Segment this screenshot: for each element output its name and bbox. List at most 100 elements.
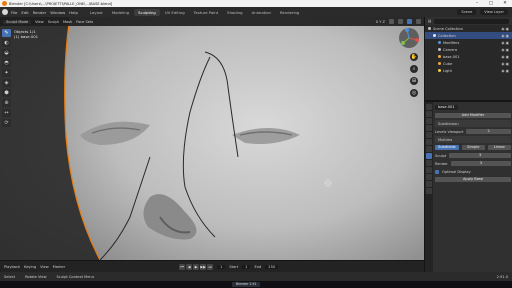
visibility-icon[interactable]: ◉ ▣ bbox=[501, 69, 509, 73]
end-frame-field[interactable]: 250 bbox=[265, 264, 279, 269]
blob-brush-icon[interactable]: ◈ bbox=[2, 79, 11, 87]
layer-brush-icon[interactable]: ◓ bbox=[2, 59, 11, 67]
tab-layout[interactable]: Layout bbox=[86, 9, 107, 16]
timeline-marker-menu[interactable]: Marker bbox=[53, 265, 65, 269]
perspective-toggle-icon[interactable]: ◎ bbox=[410, 89, 418, 97]
tab-animation[interactable]: Animation bbox=[248, 9, 275, 16]
sculpt-mesh-face[interactable] bbox=[0, 17, 424, 260]
minimize-button[interactable]: – bbox=[470, 0, 484, 7]
blender-menu-icon[interactable] bbox=[2, 9, 8, 15]
maximize-button[interactable]: □ bbox=[484, 0, 498, 7]
grab-brush-icon[interactable]: ↔ bbox=[2, 109, 11, 117]
visibility-icon[interactable]: ◉ ▣ bbox=[501, 34, 509, 38]
outliner-editor-icon[interactable]: ▤ bbox=[428, 19, 431, 23]
clay-brush-icon[interactable]: ◐ bbox=[2, 39, 11, 47]
menu-edit[interactable]: Edit bbox=[21, 10, 28, 15]
modifier-tab-icon[interactable] bbox=[426, 153, 432, 159]
apply-base-button[interactable]: Apply Base bbox=[435, 177, 511, 182]
tab-shading[interactable]: Shading bbox=[223, 9, 246, 16]
menu-file[interactable]: File bbox=[11, 10, 17, 15]
start-frame-field[interactable]: 1 bbox=[242, 264, 251, 269]
render-tab-icon[interactable] bbox=[426, 111, 432, 117]
play-reverse-icon[interactable]: ◀ bbox=[186, 263, 193, 270]
menu-window[interactable]: Window bbox=[50, 10, 65, 15]
clay-strips-icon[interactable]: ◒ bbox=[2, 49, 11, 57]
material-shading-icon[interactable] bbox=[416, 19, 421, 24]
tab-rendering[interactable]: Rendering bbox=[276, 9, 303, 16]
modifier-subdivision-name[interactable]: Subdivision bbox=[438, 122, 459, 126]
overlay-icon[interactable] bbox=[389, 19, 394, 24]
pan-view-icon[interactable]: ✋ bbox=[410, 53, 418, 61]
draw-brush-icon[interactable]: ✎ bbox=[2, 29, 11, 37]
object-tab-icon[interactable] bbox=[426, 146, 432, 152]
material-tab-icon[interactable] bbox=[426, 188, 432, 194]
jump-end-icon[interactable]: ⏭ bbox=[207, 263, 214, 270]
object-name-field[interactable]: base.001 bbox=[435, 105, 458, 110]
zoom-view-icon[interactable]: ⌕ bbox=[410, 65, 418, 73]
modifier-multires-header[interactable]: Multires bbox=[435, 136, 511, 143]
camera-view-icon[interactable]: ⊞ bbox=[410, 77, 418, 85]
visibility-icon[interactable]: ◉ ▣ bbox=[501, 55, 509, 59]
optimal-display-checkbox[interactable] bbox=[435, 169, 439, 174]
outliner-search-input[interactable] bbox=[434, 18, 509, 24]
world-tab-icon[interactable] bbox=[426, 139, 432, 145]
symmetry-toggles[interactable]: X Y Z bbox=[376, 20, 385, 24]
menu-view[interactable]: View bbox=[35, 20, 44, 24]
tab-texture-paint[interactable]: Texture Paint bbox=[190, 9, 223, 16]
xray-icon[interactable] bbox=[398, 19, 403, 24]
view-layer-selector[interactable]: View Layer bbox=[480, 9, 508, 15]
timeline-keying-menu[interactable]: Keying bbox=[24, 265, 36, 269]
modifier-multires-name[interactable]: Multires bbox=[438, 138, 452, 142]
outliner-row[interactable]: Collection ◉ ▣ bbox=[425, 32, 512, 39]
rotate-brush-icon[interactable]: ⟳ bbox=[2, 119, 11, 127]
sculpt-level-field[interactable]: 3 bbox=[449, 153, 511, 158]
outliner-row[interactable]: Camera ◉ ▣ bbox=[425, 46, 512, 53]
simple-button[interactable]: Simple bbox=[461, 145, 485, 150]
current-frame-field[interactable]: 1 bbox=[217, 264, 226, 269]
navigation-gizmo[interactable] bbox=[398, 27, 420, 49]
mode-selector[interactable]: Sculpt Mode bbox=[3, 19, 32, 24]
modifier-subdivision-header[interactable]: Subdivision bbox=[435, 120, 511, 127]
view-layer-tab-icon[interactable] bbox=[426, 125, 432, 131]
tab-uv-editing[interactable]: UV Editing bbox=[161, 9, 189, 16]
physics-tab-icon[interactable] bbox=[426, 167, 432, 173]
timeline-view-menu[interactable]: View bbox=[40, 265, 49, 269]
subdivide-button[interactable]: Subdivide bbox=[435, 145, 459, 150]
smooth-brush-icon[interactable]: ⊕ bbox=[2, 99, 11, 107]
inflate-brush-icon[interactable]: ✦ bbox=[2, 69, 11, 77]
visibility-icon[interactable]: ◉ ▣ bbox=[501, 48, 509, 52]
menu-render[interactable]: Render bbox=[33, 10, 47, 15]
3d-viewport[interactable]: Sculpt Mode View Sculpt Mask Face Sets X… bbox=[0, 17, 424, 260]
menu-sculpt[interactable]: Sculpt bbox=[48, 20, 59, 24]
visibility-icon[interactable]: ◉ ▣ bbox=[501, 41, 509, 45]
linear-button[interactable]: Linear bbox=[487, 145, 511, 150]
tab-modeling[interactable]: Modeling bbox=[108, 9, 133, 16]
output-tab-icon[interactable] bbox=[426, 118, 432, 124]
play-icon[interactable]: ▶ bbox=[193, 263, 200, 270]
scene-selector[interactable]: Scene bbox=[457, 9, 477, 15]
jump-start-icon[interactable]: ⏮ bbox=[179, 263, 186, 270]
particles-tab-icon[interactable] bbox=[426, 160, 432, 166]
close-button[interactable]: ✕ bbox=[498, 0, 512, 7]
timeline-playback-menu[interactable]: Playback bbox=[4, 265, 20, 269]
data-tab-icon[interactable] bbox=[426, 181, 432, 187]
outliner-row[interactable]: Scene Collection ◉ ▣ bbox=[425, 25, 512, 32]
outliner-row[interactable]: Cube ◉ ▣ bbox=[425, 60, 512, 67]
outliner-row[interactable]: Light ◉ ▣ bbox=[425, 67, 512, 74]
menu-mask[interactable]: Mask bbox=[63, 20, 72, 24]
outliner-row[interactable]: Modifiers ◉ ▣ bbox=[425, 39, 512, 46]
visibility-icon[interactable]: ◉ ▣ bbox=[501, 27, 509, 31]
levels-viewport-field[interactable]: 2 bbox=[466, 129, 511, 134]
solid-shading-icon[interactable] bbox=[407, 19, 412, 24]
visibility-icon[interactable]: ◉ ▣ bbox=[501, 62, 509, 66]
taskbar-blender-app[interactable]: Blender 2.91 bbox=[232, 282, 261, 287]
menu-face-sets[interactable]: Face Sets bbox=[76, 20, 93, 24]
tool-tab-icon[interactable] bbox=[426, 104, 432, 110]
menu-help[interactable]: Help bbox=[69, 10, 78, 15]
scene-tab-icon[interactable] bbox=[426, 132, 432, 138]
constraints-tab-icon[interactable] bbox=[426, 174, 432, 180]
outliner-row[interactable]: base.001 ◉ ▣ bbox=[425, 53, 512, 60]
render-level-field[interactable]: 3 bbox=[450, 161, 511, 166]
add-modifier-button[interactable]: Add Modifier bbox=[435, 113, 511, 118]
crease-brush-icon[interactable]: ⬢ bbox=[2, 89, 11, 97]
